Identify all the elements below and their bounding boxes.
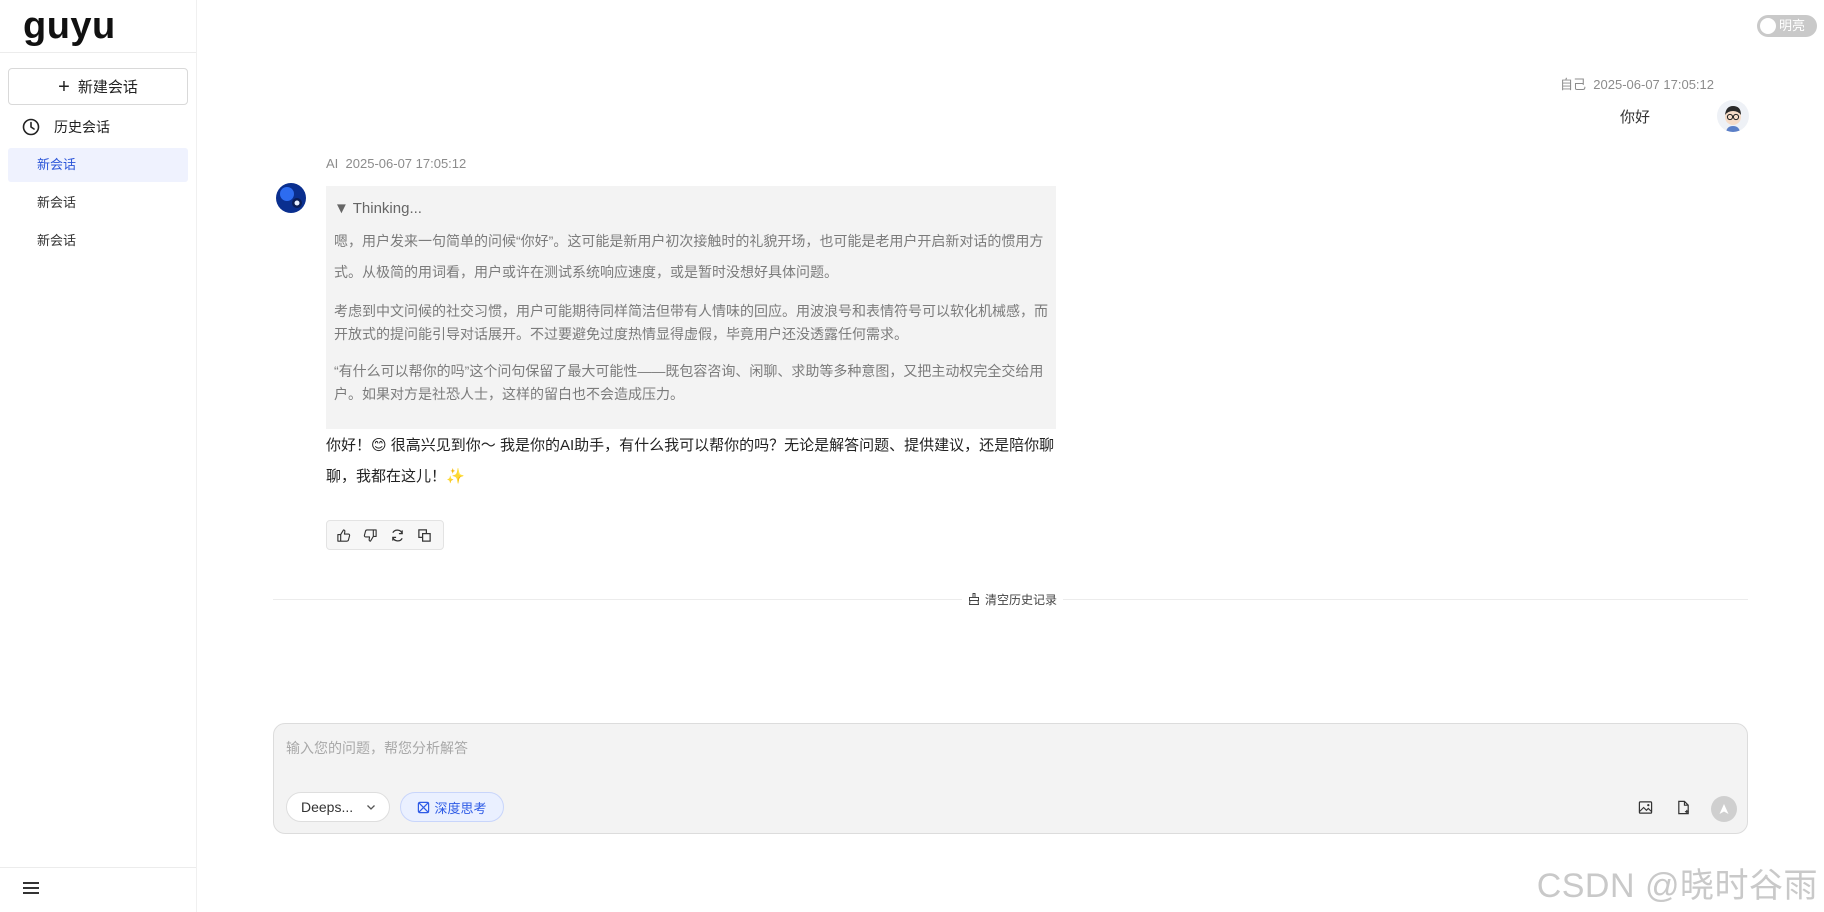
thinking-paragraph: 考虑到中文问候的社交习惯，用户可能期待同样简洁但带有人情味的回应。用波浪号和表情… <box>334 303 1048 342</box>
regenerate-icon[interactable] <box>389 527 405 543</box>
deep-think-button[interactable]: 深度思考 <box>400 792 504 822</box>
user-sender: 自己 <box>1560 77 1587 92</box>
deep-think-label: 深度思考 <box>434 800 487 816</box>
chevron-down-icon <box>367 805 375 810</box>
app-logo: guyu <box>23 5 116 47</box>
new-chat-button[interactable]: + 新建会话 <box>8 68 188 105</box>
thinking-paragraph: 嗯，用户发来一句简单的问候“你好”。这可能是新用户初次接触时的礼貌开场，也可能是… <box>334 233 1044 280</box>
image-upload-icon[interactable] <box>1636 798 1654 816</box>
composer: Deeps... 深度思考 <box>273 723 1748 834</box>
sidebar-session-3[interactable]: 新会话 <box>8 224 188 258</box>
history-header: 历史会话 <box>22 116 110 138</box>
clear-history-label: 清空历史记录 <box>985 592 1058 607</box>
divider <box>0 867 196 868</box>
theme-toggle-label: 明亮 <box>1779 18 1806 33</box>
divider <box>0 52 196 53</box>
menu-icon[interactable] <box>23 882 39 896</box>
broom-icon <box>968 593 980 605</box>
ai-sender: AI <box>326 156 339 171</box>
new-chat-label: 新建会话 <box>77 79 138 96</box>
plus-icon: + <box>58 75 70 98</box>
theme-toggle[interactable]: 明亮 <box>1757 15 1817 37</box>
question-input[interactable] <box>284 736 1688 780</box>
ai-avatar <box>275 182 307 214</box>
thumbs-up-icon[interactable] <box>335 527 351 543</box>
sidebar-session-1[interactable]: 新会话 <box>8 148 188 182</box>
copy-icon[interactable] <box>416 527 432 543</box>
sidebar: guyu + 新建会话 历史会话 新会话 新会话 新会话 <box>0 0 197 912</box>
message-actions <box>326 520 444 550</box>
send-button[interactable] <box>1711 796 1737 822</box>
sidebar-session-2[interactable]: 新会话 <box>8 186 188 220</box>
thinking-toggle[interactable]: ▼ Thinking... <box>334 198 1048 220</box>
user-message-meta: 自己 2025-06-07 17:05:12 <box>1560 74 1714 93</box>
model-select[interactable]: Deeps... <box>286 792 390 822</box>
send-icon <box>1719 804 1729 814</box>
model-select-value: Deeps... <box>301 799 354 815</box>
atom-icon <box>418 801 430 813</box>
ai-message-time: 2025-06-07 17:05:12 <box>345 156 467 171</box>
watermark: CSDN @晓时谷雨 <box>1536 867 1818 905</box>
ai-message-meta: AI 2025-06-07 17:05:12 <box>326 156 466 171</box>
thumbs-down-icon[interactable] <box>362 527 378 543</box>
clear-history-button[interactable]: 清空历史记录 <box>962 590 1064 608</box>
file-upload-icon[interactable] <box>1674 798 1692 816</box>
thinking-paragraph: “有什么可以帮你的吗”这个问句保留了最大可能性——既包容咨询、闲聊、求助等多种意… <box>334 363 1044 402</box>
thinking-panel: ▼ Thinking... 嗯，用户发来一句简单的问候“你好”。这可能是新用户初… <box>326 186 1056 429</box>
history-label: 历史会话 <box>54 119 110 135</box>
toggle-knob <box>1760 18 1776 34</box>
user-message-time: 2025-06-07 17:05:12 <box>1593 77 1714 92</box>
clock-icon <box>22 118 40 136</box>
ai-answer-text: 你好！😊 很高兴见到你～ 我是你的AI助手，有什么我可以帮你的吗？无论是解答问题… <box>326 437 1055 485</box>
user-message-text: 你好 <box>1619 109 1650 126</box>
user-avatar <box>1717 100 1749 132</box>
